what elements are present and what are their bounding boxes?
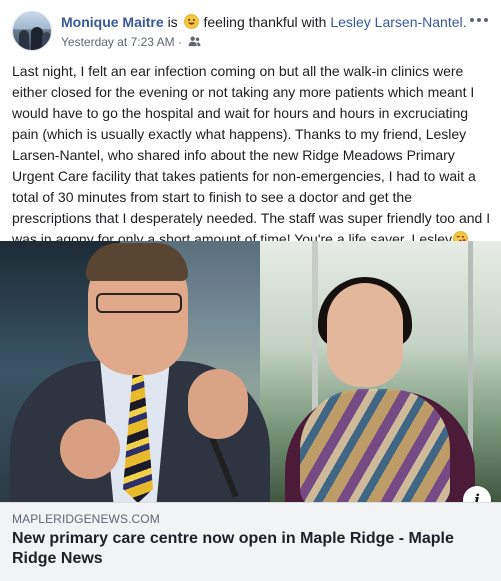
link-preview-caption[interactable]: MAPLERIDGENEWS.COM New primary care cent… bbox=[0, 502, 501, 581]
author-avatar[interactable] bbox=[12, 11, 52, 51]
ellipsis-dot bbox=[484, 18, 488, 22]
link-preview-image[interactable]: i bbox=[0, 241, 501, 502]
photo-man-hand bbox=[188, 369, 248, 439]
meta-separator: · bbox=[177, 35, 182, 49]
tagged-friend-link[interactable]: Lesley Larsen-Nantel. bbox=[330, 14, 466, 30]
post-header: Monique Maitre is feeling thankful with … bbox=[0, 0, 501, 62]
post-body-text: Last night, I felt an ear infection comi… bbox=[12, 61, 494, 250]
ellipsis-dot bbox=[470, 18, 474, 22]
smiley-icon bbox=[183, 14, 199, 29]
photo-man-hair bbox=[86, 243, 188, 281]
post-headline: Monique Maitre is feeling thankful with … bbox=[61, 13, 467, 31]
photo-woman-scarf bbox=[300, 389, 450, 502]
photo-man-glasses bbox=[96, 293, 182, 313]
ellipsis-icon[interactable] bbox=[467, 10, 491, 30]
avatar-figure bbox=[19, 30, 29, 50]
friends-icon[interactable] bbox=[188, 36, 201, 47]
author-name-link[interactable]: Monique Maitre bbox=[61, 14, 164, 30]
post-meta: Yesterday at 7:23 AM · bbox=[61, 35, 201, 49]
facebook-post: Monique Maitre is feeling thankful with … bbox=[0, 0, 501, 581]
photo-man-hand bbox=[60, 419, 120, 479]
post-timestamp-link[interactable]: Yesterday at 7:23 AM bbox=[61, 35, 175, 49]
photo-woman-face bbox=[327, 283, 403, 387]
link-title[interactable]: New primary care centre now open in Mapl… bbox=[12, 529, 482, 569]
ellipsis-dot bbox=[477, 18, 481, 22]
avatar-figure bbox=[42, 32, 51, 50]
feeling-text: feeling thankful with bbox=[203, 14, 327, 30]
post-body-content: Last night, I felt an ear infection comi… bbox=[12, 63, 491, 247]
info-glyph: i bbox=[474, 491, 480, 502]
link-domain: MAPLERIDGENEWS.COM bbox=[12, 512, 160, 526]
is-word: is bbox=[167, 14, 178, 30]
